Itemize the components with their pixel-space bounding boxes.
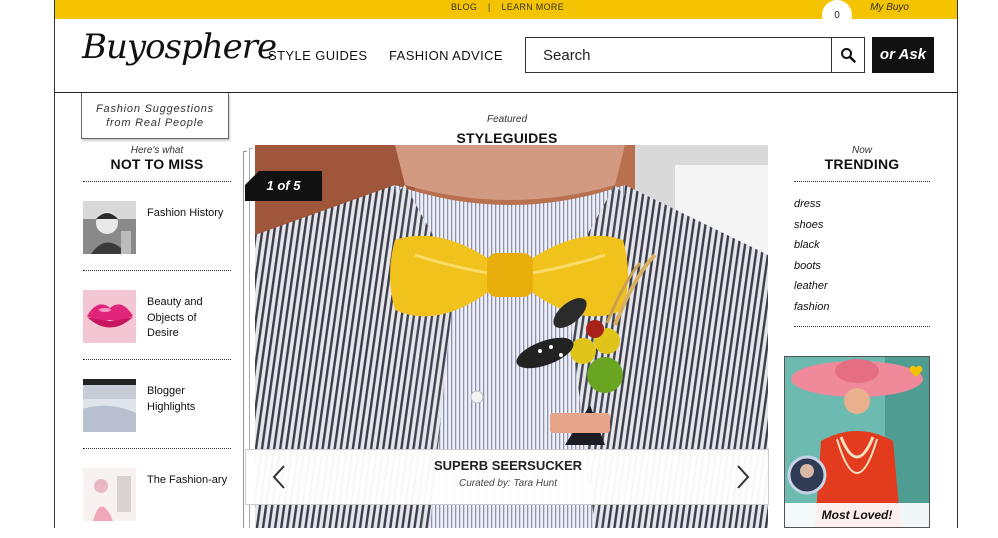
trending-subtitle: Now xyxy=(851,145,872,156)
slide-caption: SUPERB SEERSUCKER Curated by: Tara Hunt xyxy=(245,449,769,505)
tagline-line-1: Fashion Suggestions xyxy=(96,103,214,115)
search-box xyxy=(525,37,865,73)
tagline-line-2: from Real People xyxy=(106,117,204,129)
most-loved-label: Most Loved! xyxy=(785,503,929,527)
not-to-miss-subtitle: Here's what xyxy=(130,145,184,156)
beauty-thumbnail[interactable] xyxy=(83,290,136,343)
list-item[interactable]: Fashion History xyxy=(83,182,231,271)
slide-byline: Curated by: Tara Hunt xyxy=(458,478,558,489)
search-input[interactable] xyxy=(526,38,832,72)
list-item-label[interactable]: The Fashion-ary xyxy=(147,473,231,489)
featured-subtitle: Featured xyxy=(486,114,528,125)
fashionary-thumbnail[interactable] xyxy=(83,468,136,521)
list-item[interactable]: Beauty and Objects of Desire xyxy=(83,271,231,360)
header: Buyosphere STYLE GUIDES FASHION ADVICE o… xyxy=(55,19,957,93)
trending-title: TRENDING xyxy=(824,156,900,172)
search-icon xyxy=(841,48,856,63)
trending-tag[interactable]: dress xyxy=(794,198,930,219)
page-frame: BLOG | LEARN MORE My Buyo 0 Buyosphere S… xyxy=(54,0,958,528)
nav-style-guides[interactable]: STYLE GUIDES xyxy=(268,48,367,63)
top-link-separator: | xyxy=(488,2,491,12)
my-buyo-link[interactable]: My Buyo xyxy=(870,2,909,13)
tagline: Fashion Suggestions from Real People xyxy=(81,93,229,139)
list-item-label[interactable]: Beauty and Objects of Desire xyxy=(147,295,231,342)
list-item-label[interactable]: Fashion History xyxy=(147,206,231,222)
trending-section: Now TRENDING dress shoes black boots lea… xyxy=(794,145,930,327)
trending-tag[interactable]: fashion xyxy=(794,301,930,322)
blog-link[interactable]: BLOG xyxy=(451,2,477,12)
blogger-highlights-thumbnail[interactable] xyxy=(83,379,136,432)
fashion-history-thumbnail[interactable] xyxy=(83,201,136,254)
slide-title[interactable]: SUPERB SEERSUCKER xyxy=(246,458,770,473)
ask-button[interactable]: or Ask xyxy=(872,37,934,73)
list-item-label[interactable]: Blogger Highlights xyxy=(147,384,231,415)
trending-tag-list: dress shoes black boots leather fashion xyxy=(794,198,930,322)
not-to-miss-section: Here's what NOT TO MISS Fashion History … xyxy=(83,145,231,538)
chevron-right-icon[interactable] xyxy=(734,464,752,490)
list-item[interactable]: Blogger Highlights xyxy=(83,360,231,449)
divider xyxy=(794,181,930,182)
search-button[interactable] xyxy=(831,38,864,72)
top-links: BLOG | LEARN MORE xyxy=(451,2,564,12)
most-loved-card[interactable]: Most Loved! xyxy=(784,356,930,528)
list-item[interactable]: The Fashion-ary xyxy=(83,449,231,538)
trending-tag[interactable]: boots xyxy=(794,260,930,281)
nav-fashion-advice[interactable]: FASHION ADVICE xyxy=(389,48,503,63)
not-to-miss-title: NOT TO MISS xyxy=(110,156,204,172)
divider xyxy=(794,325,930,327)
trending-tag[interactable]: black xyxy=(794,239,930,260)
site-logo[interactable]: Buyosphere xyxy=(82,27,277,67)
trending-tag[interactable]: leather xyxy=(794,280,930,301)
trending-tag[interactable]: shoes xyxy=(794,219,930,240)
featured-title: STYLEGUIDES xyxy=(456,130,558,146)
heart-icon[interactable] xyxy=(909,365,923,378)
slide-pager: 1 of 5 xyxy=(245,171,322,201)
learn-more-link[interactable]: LEARN MORE xyxy=(501,2,564,12)
